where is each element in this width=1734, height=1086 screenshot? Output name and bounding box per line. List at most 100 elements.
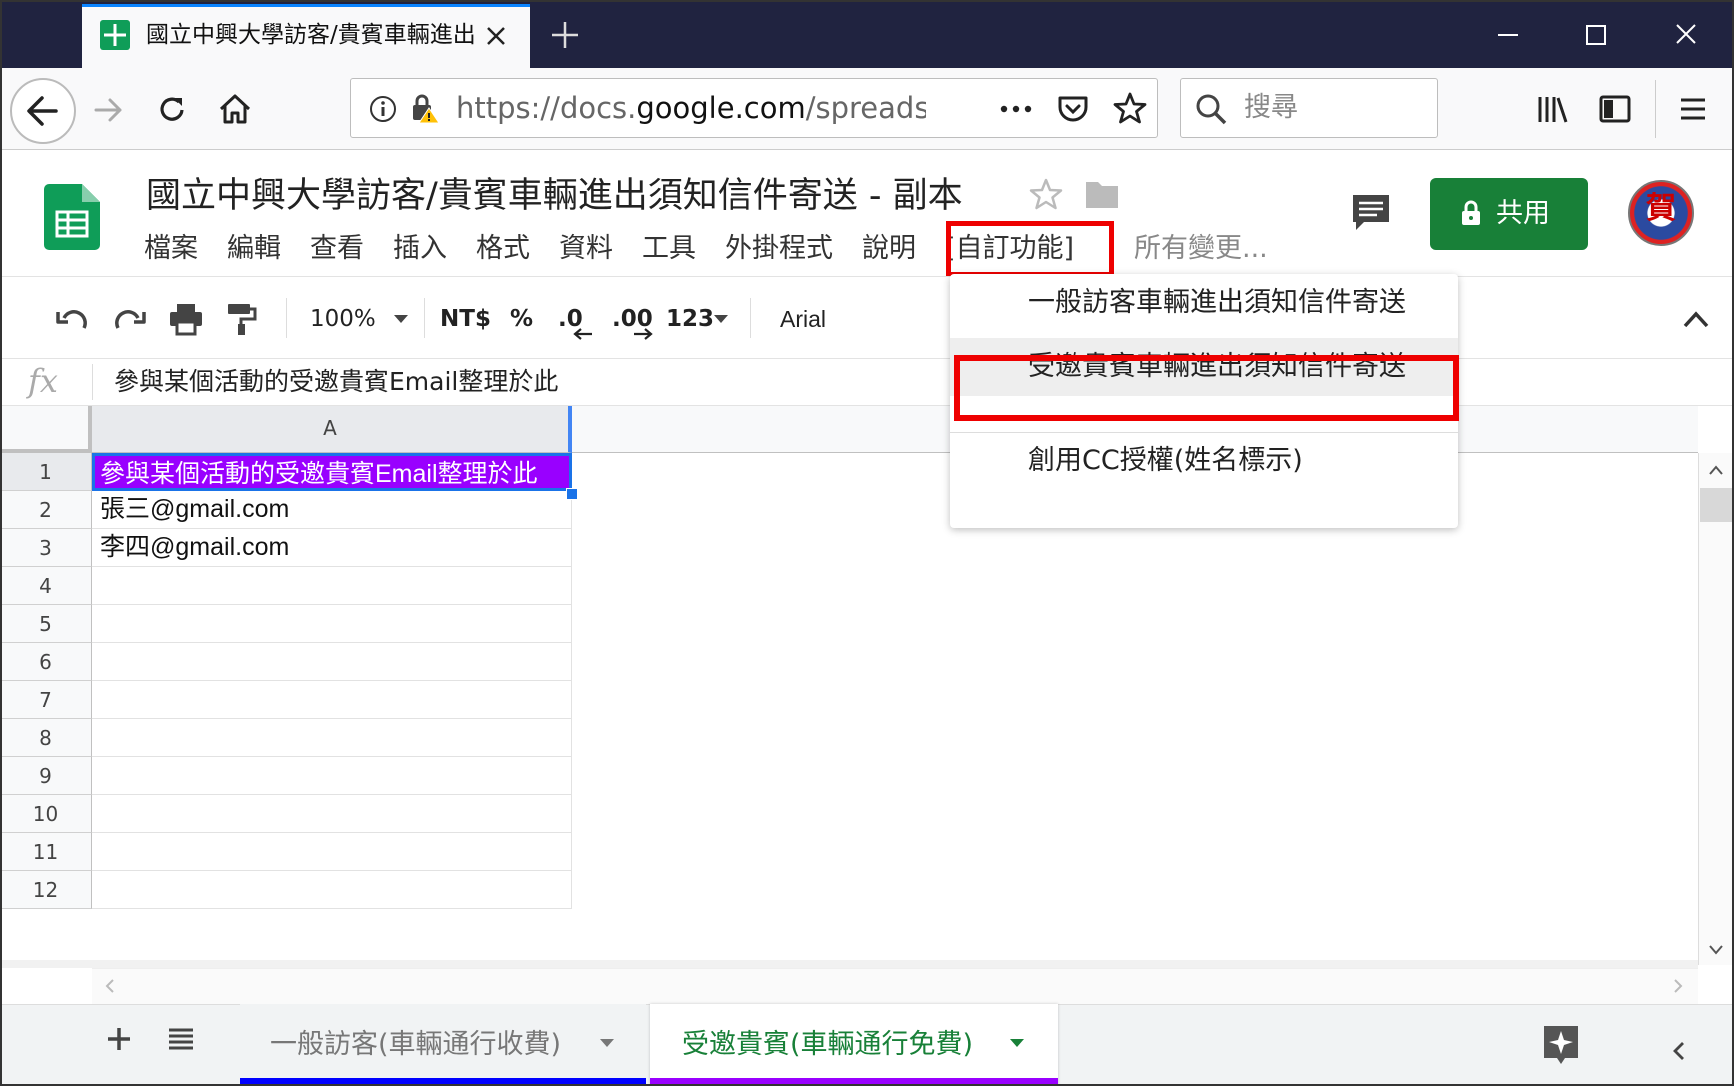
row-header[interactable]: 6 <box>0 643 92 681</box>
table-cell[interactable]: 李四@gmail.com <box>92 529 572 567</box>
sheets-logo-icon[interactable] <box>44 184 100 250</box>
scroll-down-icon[interactable] <box>1706 940 1726 960</box>
grid-bottom-edge <box>0 960 1698 968</box>
select-all-corner[interactable] <box>0 406 92 453</box>
vertical-scrollbar[interactable] <box>1698 453 1734 965</box>
document-title[interactable]: 國立中興大學訪客/貴賓車輛進出須知信件寄送 - 副本 <box>146 172 996 220</box>
window-close-icon[interactable] <box>1666 18 1706 52</box>
chevron-up-icon[interactable] <box>1680 306 1712 332</box>
comments-icon[interactable] <box>1350 192 1392 234</box>
menu-view[interactable]: 查看 <box>310 228 364 270</box>
table-cell[interactable] <box>92 681 572 719</box>
font-select[interactable]: Arial <box>780 300 940 338</box>
highlight-box-custom-menu <box>946 221 1114 277</box>
sidebar-icon[interactable] <box>1598 92 1632 126</box>
fill-handle[interactable] <box>566 488 578 500</box>
undo-icon[interactable] <box>54 304 92 336</box>
chevron-left-icon[interactable] <box>1668 1040 1690 1062</box>
row-header[interactable]: 11 <box>0 833 92 871</box>
currency-format-button[interactable]: NT$ <box>440 300 492 338</box>
forward-button[interactable] <box>90 92 126 128</box>
lock-icon <box>1459 199 1483 227</box>
vertical-scroll-thumb[interactable] <box>1700 488 1732 522</box>
all-changes-link[interactable]: 所有變更... <box>1134 228 1268 270</box>
library-icon[interactable] <box>1536 92 1570 126</box>
chevron-down-icon[interactable] <box>598 1036 616 1050</box>
table-cell[interactable] <box>92 795 572 833</box>
table-cell[interactable] <box>92 833 572 871</box>
table-cell[interactable] <box>92 643 572 681</box>
row-header[interactable]: 12 <box>0 871 92 909</box>
url-text[interactable]: https://docs.google.com/spreadshe <box>456 88 926 128</box>
paint-format-icon[interactable] <box>226 302 258 336</box>
menu-data[interactable]: 資料 <box>559 228 613 270</box>
scroll-right-icon[interactable] <box>1668 976 1688 996</box>
table-cell[interactable] <box>92 871 572 909</box>
formula-input[interactable]: 參與某個活動的受邀貴賓Email整理於此 <box>114 362 914 402</box>
bookmark-star-icon[interactable] <box>1112 90 1148 126</box>
close-tab-icon[interactable] <box>482 22 510 50</box>
column-header-a[interactable]: A <box>92 406 572 453</box>
home-button[interactable] <box>216 90 254 128</box>
more-actions-icon[interactable] <box>998 94 1034 124</box>
toolbar-separator <box>750 298 751 338</box>
fx-icon: fx <box>28 362 58 400</box>
table-cell[interactable]: 張三@gmail.com <box>92 491 572 529</box>
star-document-icon[interactable] <box>1028 176 1064 212</box>
menu-file[interactable]: 檔案 <box>144 228 198 270</box>
chevron-down-icon[interactable] <box>392 312 410 326</box>
back-button[interactable] <box>10 78 76 144</box>
search-icon <box>1194 92 1228 126</box>
toolbar-separator <box>286 298 287 338</box>
table-cell[interactable] <box>92 757 572 795</box>
pocket-icon[interactable] <box>1056 92 1090 126</box>
move-to-folder-icon[interactable] <box>1084 178 1120 210</box>
sheets-favicon-icon <box>100 20 130 50</box>
percent-format-button[interactable]: % <box>510 300 534 338</box>
menu-addons[interactable]: 外掛程式 <box>725 228 833 270</box>
row-header[interactable]: 7 <box>0 681 92 719</box>
row-header[interactable]: 1 <box>0 453 92 491</box>
horizontal-scrollbar[interactable] <box>92 968 1698 1004</box>
menu-item-general-visitor-email[interactable]: 一般訪客車輛進出須知信件寄送 <box>950 274 1458 332</box>
table-cell[interactable] <box>92 605 572 643</box>
row-header[interactable]: 9 <box>0 757 92 795</box>
explore-icon[interactable] <box>1542 1024 1580 1066</box>
row-header[interactable]: 8 <box>0 719 92 757</box>
menu-divider <box>950 432 1458 433</box>
menu-help[interactable]: 說明 <box>862 228 916 270</box>
tab-title: 國立中興大學訪客/貴賓車輛進出須知信件寄送 - 副本 <box>146 22 476 48</box>
scroll-up-icon[interactable] <box>1706 460 1726 480</box>
info-icon[interactable] <box>368 94 398 124</box>
increase-decimal-button[interactable]: .00 <box>612 300 658 340</box>
menu-tools[interactable]: 工具 <box>642 228 696 270</box>
add-sheet-icon[interactable] <box>104 1024 134 1054</box>
all-sheets-list-icon[interactable] <box>166 1026 196 1052</box>
row-header[interactable]: 10 <box>0 795 92 833</box>
search-input[interactable]: 搜尋 <box>1244 90 1364 126</box>
row-header[interactable]: 2 <box>0 491 92 529</box>
sheet-tab-label: 受邀貴賓(車輛通行免費) <box>682 1029 974 1060</box>
row-header[interactable]: 5 <box>0 605 92 643</box>
selected-cell[interactable]: 參與某個活動的受邀貴賓Email整理於此 <box>92 453 572 491</box>
new-tab-icon[interactable] <box>548 18 582 52</box>
table-cell[interactable] <box>92 567 572 605</box>
table-cell[interactable] <box>92 719 572 757</box>
scroll-left-icon[interactable] <box>100 976 120 996</box>
minimize-icon[interactable] <box>1488 18 1528 52</box>
menu-edit[interactable]: 編輯 <box>227 228 281 270</box>
reload-button[interactable] <box>154 92 190 128</box>
insecure-lock-icon[interactable] <box>408 92 440 124</box>
menu-item-cc-license[interactable]: 創用CC授權(姓名標示) <box>950 432 1458 490</box>
maximize-icon[interactable] <box>1576 18 1616 52</box>
print-icon[interactable] <box>168 302 204 336</box>
chevron-down-icon[interactable] <box>1008 1036 1026 1050</box>
row-header[interactable]: 4 <box>0 567 92 605</box>
row-header[interactable]: 3 <box>0 529 92 567</box>
hamburger-menu-icon[interactable] <box>1676 92 1710 126</box>
menu-format[interactable]: 格式 <box>476 228 530 270</box>
redo-icon[interactable] <box>110 304 148 336</box>
menu-insert[interactable]: 插入 <box>393 228 447 270</box>
decrease-decimal-button[interactable]: .0 <box>558 300 594 340</box>
more-formats-button[interactable]: 123 <box>666 300 732 338</box>
